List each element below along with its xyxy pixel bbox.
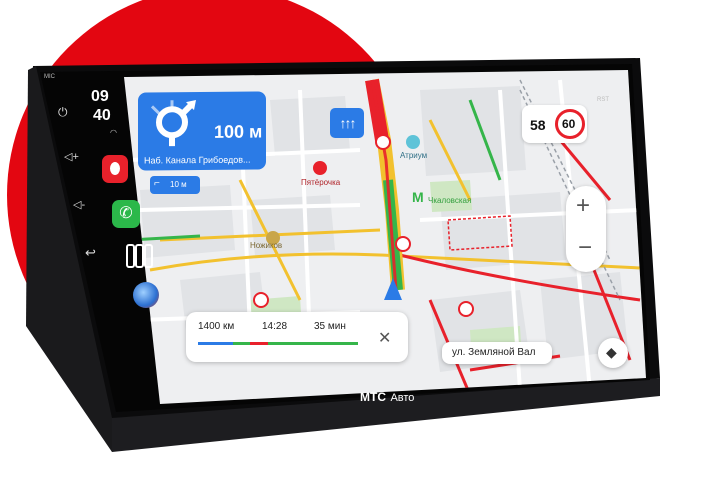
brand-logo-regular: Авто — [390, 392, 415, 404]
map-label-metro: Чкаловская — [428, 196, 472, 205]
dock-app-grid[interactable] — [124, 244, 153, 270]
clock-hours: 09 — [91, 88, 109, 105]
volume-down-icon[interactable]: ◁- — [73, 198, 85, 211]
zoom-out-button[interactable]: − — [578, 234, 592, 262]
volume-up-icon[interactable]: ◁+ — [64, 150, 79, 163]
speed-limit-sign: 60 — [555, 109, 585, 139]
current-speed: 58 — [530, 117, 546, 133]
svg-text:M: M — [412, 189, 424, 205]
navigator-pin-icon — [110, 162, 120, 175]
phone-icon: ✆ — [119, 205, 133, 222]
mic-label: MIC — [44, 74, 55, 80]
trip-traffic-segment — [250, 342, 268, 345]
compass-button[interactable]: ◆ — [598, 338, 628, 368]
grid-bar-icon — [135, 244, 144, 268]
grid-bar-icon — [144, 244, 153, 268]
grid-icon — [126, 244, 135, 268]
map-label-poi: Пятёрочка — [301, 178, 341, 187]
next-maneuver-distance: 10 м — [170, 180, 187, 189]
speed-panel: 58 60 — [522, 105, 587, 143]
close-route-button[interactable]: ✕ — [378, 328, 391, 348]
trip-arrival-time: 14:28 — [262, 321, 288, 332]
maneuver-distance: 100 м — [214, 121, 263, 142]
compass-icon: ◆ — [606, 344, 617, 360]
map-label-poi: Атриум — [400, 151, 428, 160]
zoom-control: + − — [566, 186, 606, 272]
power-icon[interactable]: ⏻ — [58, 105, 72, 119]
turn-left-icon: ⌐ — [154, 178, 160, 189]
trip-progress-bar — [198, 342, 358, 345]
zoom-in-button[interactable]: + — [576, 192, 590, 220]
brand-logo: МТС Авто — [360, 388, 414, 406]
voice-assistant-icon[interactable] — [133, 282, 159, 308]
next-maneuver-card: ⌐ 10 м — [150, 176, 200, 194]
map-label-poi: Ножикoв — [250, 241, 283, 250]
lane-arrows-icon: ↑↑↑ — [330, 108, 364, 138]
back-icon[interactable]: ↩ — [85, 245, 96, 261]
clock-minutes: 40 — [93, 107, 111, 124]
dock-app-navigator[interactable] — [102, 155, 128, 183]
maneuver-street: Наб. Канала Грибоедов... — [144, 154, 251, 166]
current-street-label: ул. Земляной Вал — [442, 342, 552, 364]
maneuver-card[interactable]: 100 м Наб. Канала Грибоедов... — [138, 91, 266, 171]
trip-progress-fill — [198, 342, 234, 345]
brand-logo-bold: МТС — [360, 390, 386, 404]
vehicle-position-icon — [384, 278, 402, 300]
trip-distance: 1400 км — [198, 321, 235, 332]
rst-label: RST — [597, 97, 609, 103]
trip-panel[interactable]: 1400 км 14:28 35 мин ✕ — [186, 312, 408, 362]
speed-limit: 60 — [562, 117, 576, 131]
trip-duration: 35 мин — [314, 321, 346, 332]
dock-app-phone[interactable]: ✆ — [112, 200, 140, 228]
roundabout-icon — [150, 100, 196, 147]
current-street: ул. Земляной Вал — [452, 347, 536, 358]
wifi-icon: ◠ — [110, 128, 117, 137]
